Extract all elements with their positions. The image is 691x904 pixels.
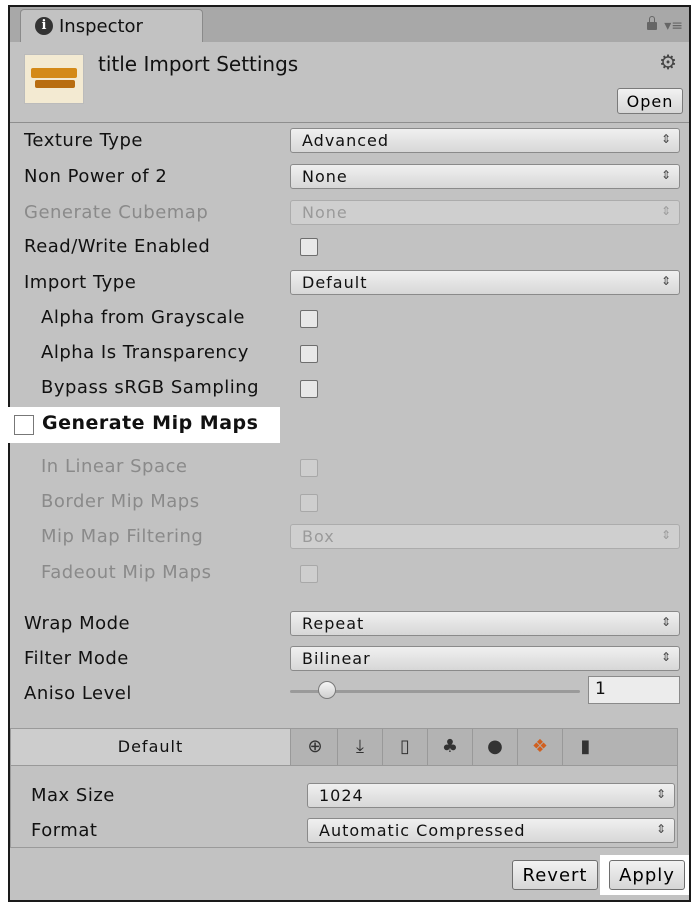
aniso-level-label: Aniso Level	[24, 683, 132, 704]
texture-thumbnail	[24, 54, 84, 104]
filter-mode-value: Bilinear	[302, 649, 371, 668]
bypass-srgb-checkbox[interactable]	[300, 380, 318, 398]
info-icon: i	[35, 17, 53, 35]
updown-arrow-icon: ⇕	[655, 822, 666, 836]
generate-cubemap-value: None	[302, 203, 348, 222]
generate-mip-maps-row: Generate Mip Maps	[8, 407, 280, 443]
max-size-label: Max Size	[31, 785, 115, 806]
aniso-level-slider-handle[interactable]	[318, 681, 336, 699]
filter-mode-dropdown[interactable]: Bilinear ⇕	[290, 646, 680, 671]
android-icon[interactable]: ♣	[428, 729, 473, 765]
max-size-value: 1024	[319, 786, 364, 805]
windows-store-icon[interactable]: ❖	[518, 729, 563, 765]
import-type-value: Default	[302, 273, 368, 292]
apply-button[interactable]: Apply	[609, 860, 685, 890]
header-divider	[10, 122, 689, 123]
updown-arrow-icon: ⇕	[655, 787, 666, 801]
asset-header: title Import Settings ⚙ Open	[10, 42, 689, 122]
updown-arrow-icon: ⇕	[660, 168, 671, 182]
asset-title: title Import Settings	[98, 52, 299, 76]
alpha-is-transparency-checkbox[interactable]	[300, 345, 318, 363]
generate-cubemap-dropdown: None ⇕	[290, 200, 680, 225]
open-button[interactable]: Open	[617, 88, 683, 114]
texture-type-value: Advanced	[302, 131, 390, 150]
fadeout-mip-maps-label: Fadeout Mip Maps	[41, 562, 212, 583]
ios-phone-icon[interactable]: ▯	[383, 729, 428, 765]
border-mip-maps-checkbox	[300, 494, 318, 512]
windows-phone-icon[interactable]: ▮	[563, 729, 608, 765]
bypass-srgb-label: Bypass sRGB Sampling	[41, 377, 260, 398]
wrap-mode-dropdown[interactable]: Repeat ⇕	[290, 611, 680, 636]
filter-mode-label: Filter Mode	[24, 648, 129, 669]
format-value: Automatic Compressed	[319, 821, 526, 840]
in-linear-space-label: In Linear Space	[41, 456, 188, 477]
generate-cubemap-label: Generate Cubemap	[24, 202, 209, 223]
read-write-label: Read/Write Enabled	[24, 236, 211, 257]
tab-default-label: Default	[117, 737, 184, 756]
wrap-mode-label: Wrap Mode	[24, 613, 131, 634]
platform-settings: Default ⊕ ⤓ ▯ ♣ ● ❖ ▮ Max Size 1024 ⇕ Fo…	[10, 728, 678, 848]
lock-icon[interactable]	[647, 16, 657, 30]
platform-tab-bar: Default ⊕ ⤓ ▯ ♣ ● ❖ ▮	[11, 729, 677, 766]
standalone-download-icon[interactable]: ⤓	[338, 729, 383, 765]
updown-arrow-icon: ⇕	[660, 132, 671, 146]
import-type-dropdown[interactable]: Default ⇕	[290, 270, 680, 295]
texture-type-label: Texture Type	[24, 130, 143, 151]
import-type-label: Import Type	[24, 272, 137, 293]
mip-map-filtering-dropdown: Box ⇕	[290, 524, 680, 549]
format-dropdown[interactable]: Automatic Compressed ⇕	[307, 818, 675, 843]
texture-type-dropdown[interactable]: Advanced ⇕	[290, 128, 680, 153]
updown-arrow-icon: ⇕	[660, 274, 671, 288]
format-label: Format	[31, 820, 98, 841]
read-write-checkbox[interactable]	[300, 238, 318, 256]
non-power-of-2-value: None	[302, 167, 348, 186]
fadeout-mip-maps-checkbox	[300, 565, 318, 583]
mip-map-filtering-value: Box	[302, 527, 335, 546]
gear-icon[interactable]: ⚙	[659, 50, 677, 74]
aniso-level-input[interactable]: 1	[588, 676, 680, 704]
alpha-from-grayscale-label: Alpha from Grayscale	[41, 307, 245, 328]
panel-menu-icon[interactable]: ▾≡	[664, 18, 683, 34]
alpha-from-grayscale-checkbox[interactable]	[300, 310, 318, 328]
border-mip-maps-label: Border Mip Maps	[41, 491, 200, 512]
updown-arrow-icon: ⇕	[660, 528, 671, 542]
max-size-dropdown[interactable]: 1024 ⇕	[307, 783, 675, 808]
tab-bar: i Inspector ▾≡	[10, 7, 689, 42]
updown-arrow-icon: ⇕	[660, 615, 671, 629]
tab-label: Inspector	[59, 16, 143, 37]
tab-inspector[interactable]: i Inspector	[20, 9, 203, 42]
updown-arrow-icon: ⇕	[660, 204, 671, 218]
non-power-of-2-dropdown[interactable]: None ⇕	[290, 164, 680, 189]
non-power-of-2-label: Non Power of 2	[24, 166, 168, 187]
alpha-is-transparency-label: Alpha Is Transparency	[41, 342, 249, 363]
mip-map-filtering-label: Mip Map Filtering	[41, 526, 204, 547]
generate-mip-maps-label: Generate Mip Maps	[42, 412, 259, 434]
web-icon[interactable]: ⊕	[293, 729, 338, 765]
revert-button[interactable]: Revert	[512, 860, 598, 890]
blackberry-icon[interactable]: ●	[473, 729, 518, 765]
tab-default[interactable]: Default	[11, 729, 291, 765]
wrap-mode-value: Repeat	[302, 614, 365, 633]
generate-mip-maps-checkbox[interactable]	[14, 415, 34, 435]
updown-arrow-icon: ⇕	[660, 650, 671, 664]
in-linear-space-checkbox	[300, 459, 318, 477]
